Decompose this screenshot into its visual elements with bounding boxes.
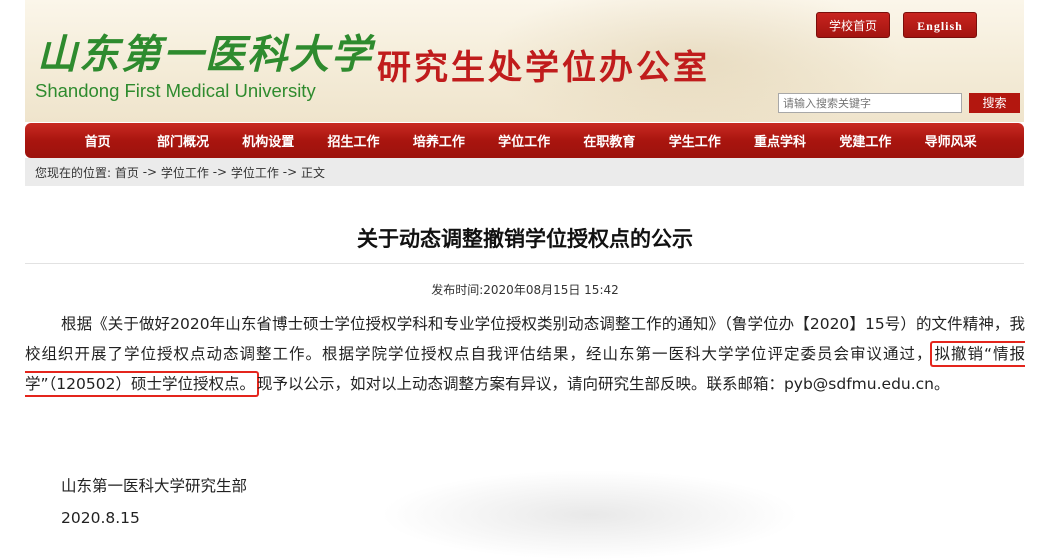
publish-label: 发布时间:	[431, 283, 484, 297]
nav-item-key-disciplines[interactable]: 重点学科	[737, 131, 822, 150]
signature-date: 2020.8.15	[61, 509, 140, 527]
body-text-after: 现予以公示，如对以上动态调整方案有异议，请向研究生部反映。联系邮箱：pyb@sd…	[256, 375, 950, 393]
nav-item-home[interactable]: 首页	[55, 131, 140, 150]
nav-item-supervisors[interactable]: 导师风采	[908, 131, 993, 150]
main-nav: 首页 部门概况 机构设置 招生工作 培养工作 学位工作 在职教育 学生工作 重点…	[25, 123, 1024, 158]
breadcrumb-separator: ->	[138, 165, 161, 179]
search-button[interactable]: 搜索	[969, 93, 1020, 113]
english-button[interactable]: English	[903, 12, 977, 38]
nav-item-department-overview[interactable]: 部门概况	[140, 131, 225, 150]
breadcrumb-link-degree-work-sub[interactable]: 学位工作	[231, 164, 279, 181]
breadcrumb-link-home[interactable]: 首页	[115, 164, 139, 181]
school-home-button[interactable]: 学校首页	[816, 12, 890, 38]
breadcrumb-separator: ->	[278, 165, 301, 179]
header-banner: 山东第一医科大学 Shandong First Medical Universi…	[25, 0, 1024, 122]
nav-item-admissions[interactable]: 招生工作	[311, 131, 396, 150]
nav-item-in-service-education[interactable]: 在职教育	[567, 131, 652, 150]
body-text-before: 根据《关于做好2020年山东省博士硕士学位授权学科和专业学位授权类别动态调整工作…	[25, 315, 1025, 363]
article-title: 关于动态调整撤销学位授权点的公示	[357, 227, 693, 251]
search-input[interactable]	[778, 93, 962, 113]
nav-item-organization[interactable]: 机构设置	[226, 131, 311, 150]
publish-info: 发布时间:2020年08月15日 15:42	[0, 281, 1050, 298]
nav-item-degree-work[interactable]: 学位工作	[481, 131, 566, 150]
footer-decoration	[380, 470, 800, 560]
nav-item-training[interactable]: 培养工作	[396, 131, 481, 150]
publish-time: 2020年08月15日 15:42	[483, 283, 619, 297]
university-logo-en[interactable]: Shandong First Medical University	[35, 80, 316, 102]
article-body: 根据《关于做好2020年山东省博士硕士学位授权学科和专业学位授权类别动态调整工作…	[25, 309, 1025, 399]
title-divider	[25, 263, 1024, 264]
breadcrumb-current: 正文	[300, 165, 325, 180]
breadcrumb: 您现在的位置: 首页 -> 学位工作 -> 学位工作 -> 正文	[25, 158, 1024, 186]
department-title: 研究生处学位办公室	[377, 48, 710, 88]
breadcrumb-separator: ->	[208, 165, 231, 179]
university-logo-cn[interactable]: 山东第一医科大学	[37, 22, 373, 80]
breadcrumb-link-degree-work[interactable]: 学位工作	[161, 164, 209, 181]
breadcrumb-prefix: 您现在的位置:	[35, 165, 115, 180]
nav-item-party-building[interactable]: 党建工作	[823, 131, 908, 150]
signature-organization: 山东第一医科大学研究生部	[61, 477, 248, 495]
nav-item-student-work[interactable]: 学生工作	[652, 131, 737, 150]
